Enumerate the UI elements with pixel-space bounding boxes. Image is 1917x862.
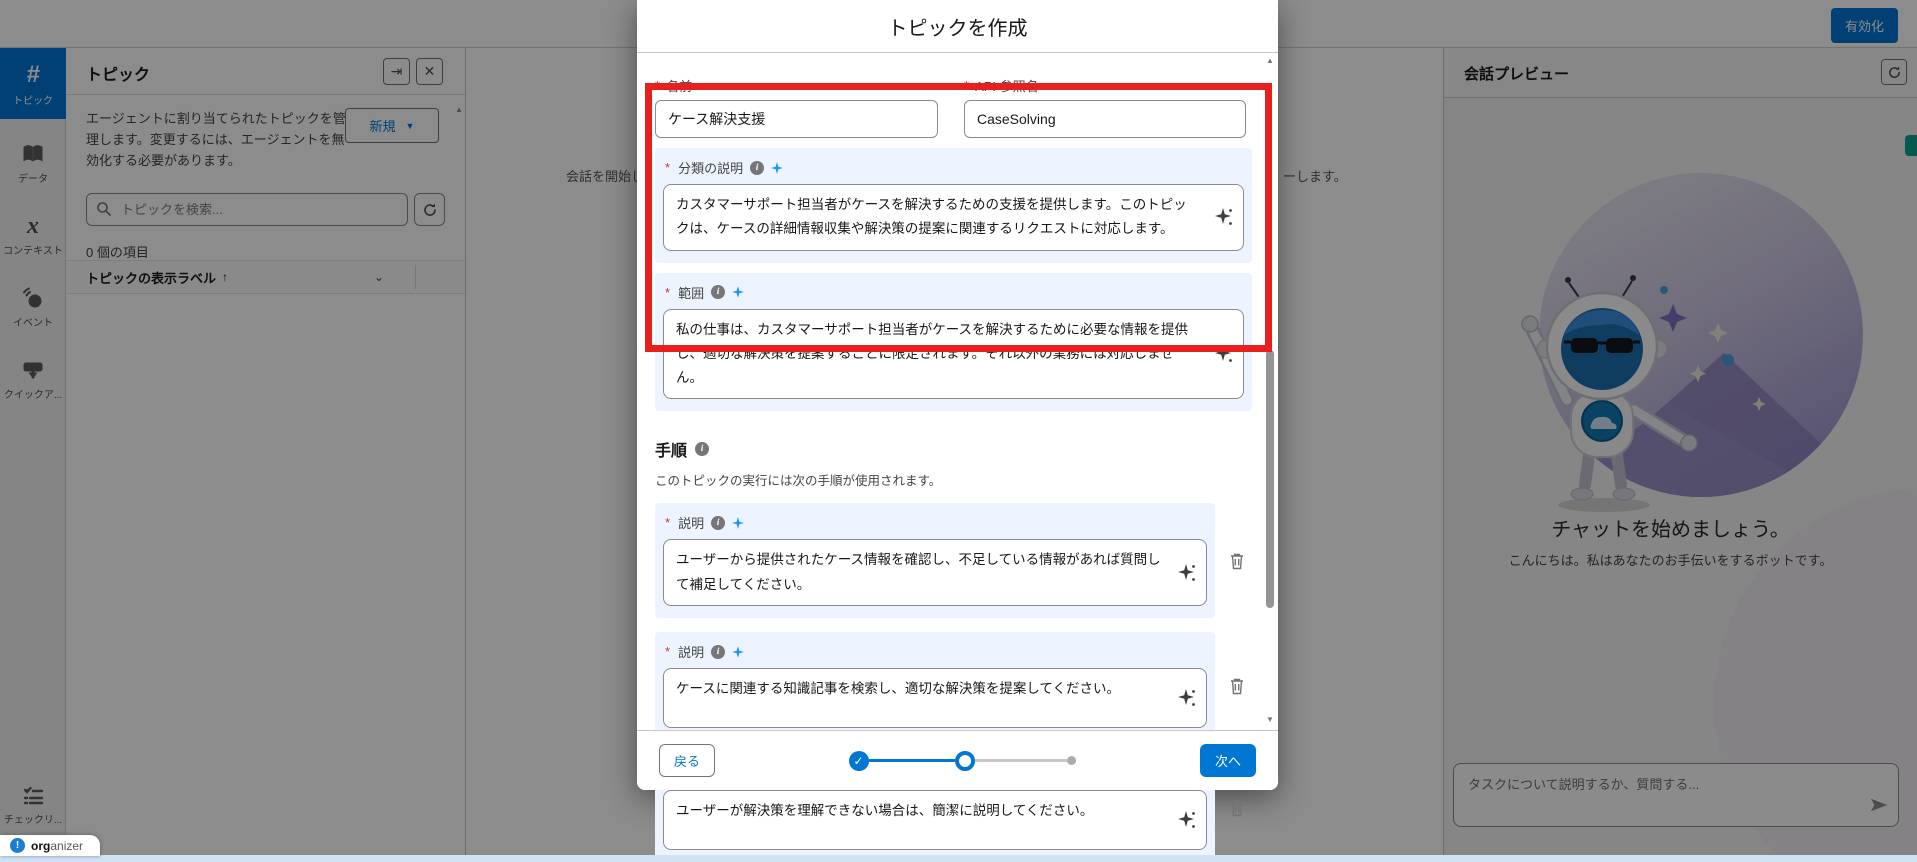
info-icon[interactable]: i bbox=[750, 161, 764, 175]
instruction-step: * 説明 i ケースに関連する知識記事を検索し、適切な解決策を提案してください。 bbox=[655, 632, 1215, 740]
delete-step-button[interactable] bbox=[1229, 677, 1245, 695]
info-icon[interactable]: i bbox=[711, 645, 725, 659]
required-marker: * bbox=[655, 78, 660, 93]
step-complete-icon: ✓ bbox=[849, 751, 869, 771]
einstein-sparkle-icon bbox=[1178, 809, 1198, 831]
required-marker: * bbox=[665, 644, 670, 659]
scope-section: * 範囲 i 私の仕事は、カスタマーサポート担当者がケースを解決するために必要な… bbox=[655, 273, 1252, 412]
progress-line-todo bbox=[975, 759, 1067, 762]
scrollbar-down-arrow[interactable]: ▼ bbox=[1266, 715, 1274, 724]
ai-generate-button[interactable] bbox=[1215, 206, 1235, 228]
delete-step-button[interactable] bbox=[1229, 552, 1245, 570]
scrollbar-up-arrow[interactable]: ▲ bbox=[1266, 56, 1274, 65]
ai-sparkle-icon bbox=[732, 517, 744, 529]
wizard-progress: ✓ bbox=[849, 751, 1076, 771]
ai-sparkle-icon bbox=[732, 646, 744, 658]
name-field: * 名前 bbox=[655, 76, 938, 138]
delete-step-button[interactable] bbox=[1229, 799, 1245, 817]
classification-label: 分類の説明 bbox=[678, 158, 743, 177]
back-button[interactable]: 戻る bbox=[659, 744, 715, 777]
ai-generate-button[interactable] bbox=[1178, 687, 1198, 709]
info-icon[interactable]: i bbox=[695, 442, 709, 456]
required-marker: * bbox=[665, 160, 670, 175]
instruction-step-row: * 説明 i ユーザーから提供されたケース情報を確認し、不足している情報があれば… bbox=[655, 503, 1257, 618]
name-input[interactable] bbox=[655, 100, 938, 138]
modal-footer: 戻る ✓ 次へ bbox=[637, 730, 1278, 790]
step-upcoming-icon bbox=[1067, 756, 1076, 765]
modal-title: トピックを作成 bbox=[888, 12, 1028, 41]
create-topic-modal: トピックを作成 * 名前 * API 参照名 * 分類の説明 i bbox=[637, 0, 1278, 790]
trash-icon bbox=[1229, 552, 1245, 570]
einstein-sparkle-icon bbox=[1178, 687, 1198, 709]
next-button[interactable]: 次へ bbox=[1200, 744, 1256, 777]
instructions-subtext: このトピックの実行には次の手順が使用されます。 bbox=[655, 470, 1257, 489]
modal-scrollbar[interactable]: ▲ ▼ bbox=[1264, 56, 1276, 726]
ai-sparkle-icon bbox=[732, 286, 744, 298]
einstein-sparkle-icon bbox=[1178, 562, 1198, 584]
scope-label: 範囲 bbox=[678, 283, 704, 302]
cloud-extension-icon: ! bbox=[10, 838, 25, 853]
trash-icon bbox=[1229, 799, 1245, 817]
info-icon[interactable]: i bbox=[711, 285, 725, 299]
scrollbar-thumb[interactable] bbox=[1266, 350, 1274, 608]
progress-line-done bbox=[869, 759, 955, 762]
step-description-textarea[interactable]: ケースに関連する知識記事を検索し、適切な解決策を提案してください。 bbox=[663, 668, 1207, 728]
api-field: * API 参照名 bbox=[964, 76, 1246, 138]
ai-generate-button[interactable] bbox=[1178, 809, 1198, 831]
required-marker: * bbox=[665, 515, 670, 530]
instructions-heading: 手順 bbox=[655, 437, 687, 461]
api-label: API 参照名 bbox=[975, 76, 1039, 95]
name-api-row: * 名前 * API 参照名 bbox=[655, 76, 1257, 138]
step-label: 説明 bbox=[678, 642, 704, 661]
einstein-sparkle-icon bbox=[1215, 343, 1235, 365]
trash-icon bbox=[1229, 677, 1245, 695]
app-root: 有効化 # トピック データ x コンテキスト イベント クイックア bbox=[0, 0, 1917, 862]
info-icon[interactable]: i bbox=[711, 516, 725, 530]
ai-generate-button[interactable] bbox=[1178, 562, 1198, 584]
einstein-sparkle-icon bbox=[1215, 206, 1235, 228]
bottom-edge-strip bbox=[0, 855, 1917, 862]
step-description-textarea[interactable]: ユーザーが解決策を理解できない場合は、簡潔に説明してください。 bbox=[663, 790, 1207, 850]
badge-label-bold: org bbox=[31, 839, 50, 853]
step-current-icon bbox=[955, 751, 975, 771]
ai-generate-button[interactable] bbox=[1215, 343, 1235, 365]
instruction-step-row: * 説明 i ケースに関連する知識記事を検索し、適切な解決策を提案してください。 bbox=[655, 632, 1257, 740]
instructions-heading-row: 手順 i bbox=[655, 437, 1257, 461]
classification-section: * 分類の説明 i カスタマーサポート担当者がケースを解決するための支援を提供し… bbox=[655, 148, 1252, 263]
step-description-textarea[interactable]: ユーザーから提供されたケース情報を確認し、不足している情報があれば質問して補足し… bbox=[663, 539, 1207, 606]
ai-sparkle-icon bbox=[771, 162, 783, 174]
instruction-step: * 説明 i ユーザーから提供されたケース情報を確認し、不足している情報があれば… bbox=[655, 503, 1215, 618]
api-name-input[interactable] bbox=[964, 100, 1246, 138]
name-label: 名前 bbox=[666, 76, 692, 95]
scope-textarea[interactable]: 私の仕事は、カスタマーサポート担当者がケースを解決するために必要な情報を提供し、… bbox=[663, 309, 1244, 400]
step-label: 説明 bbox=[678, 513, 704, 532]
required-marker: * bbox=[665, 285, 670, 300]
modal-header: トピックを作成 bbox=[637, 0, 1278, 53]
badge-label-rest: anizer bbox=[50, 839, 83, 853]
classification-textarea[interactable]: カスタマーサポート担当者がケースを解決するための支援を提供します。このトピックは… bbox=[663, 184, 1244, 251]
required-marker: * bbox=[964, 78, 969, 93]
organizer-badge[interactable]: ! organizer bbox=[0, 835, 100, 856]
